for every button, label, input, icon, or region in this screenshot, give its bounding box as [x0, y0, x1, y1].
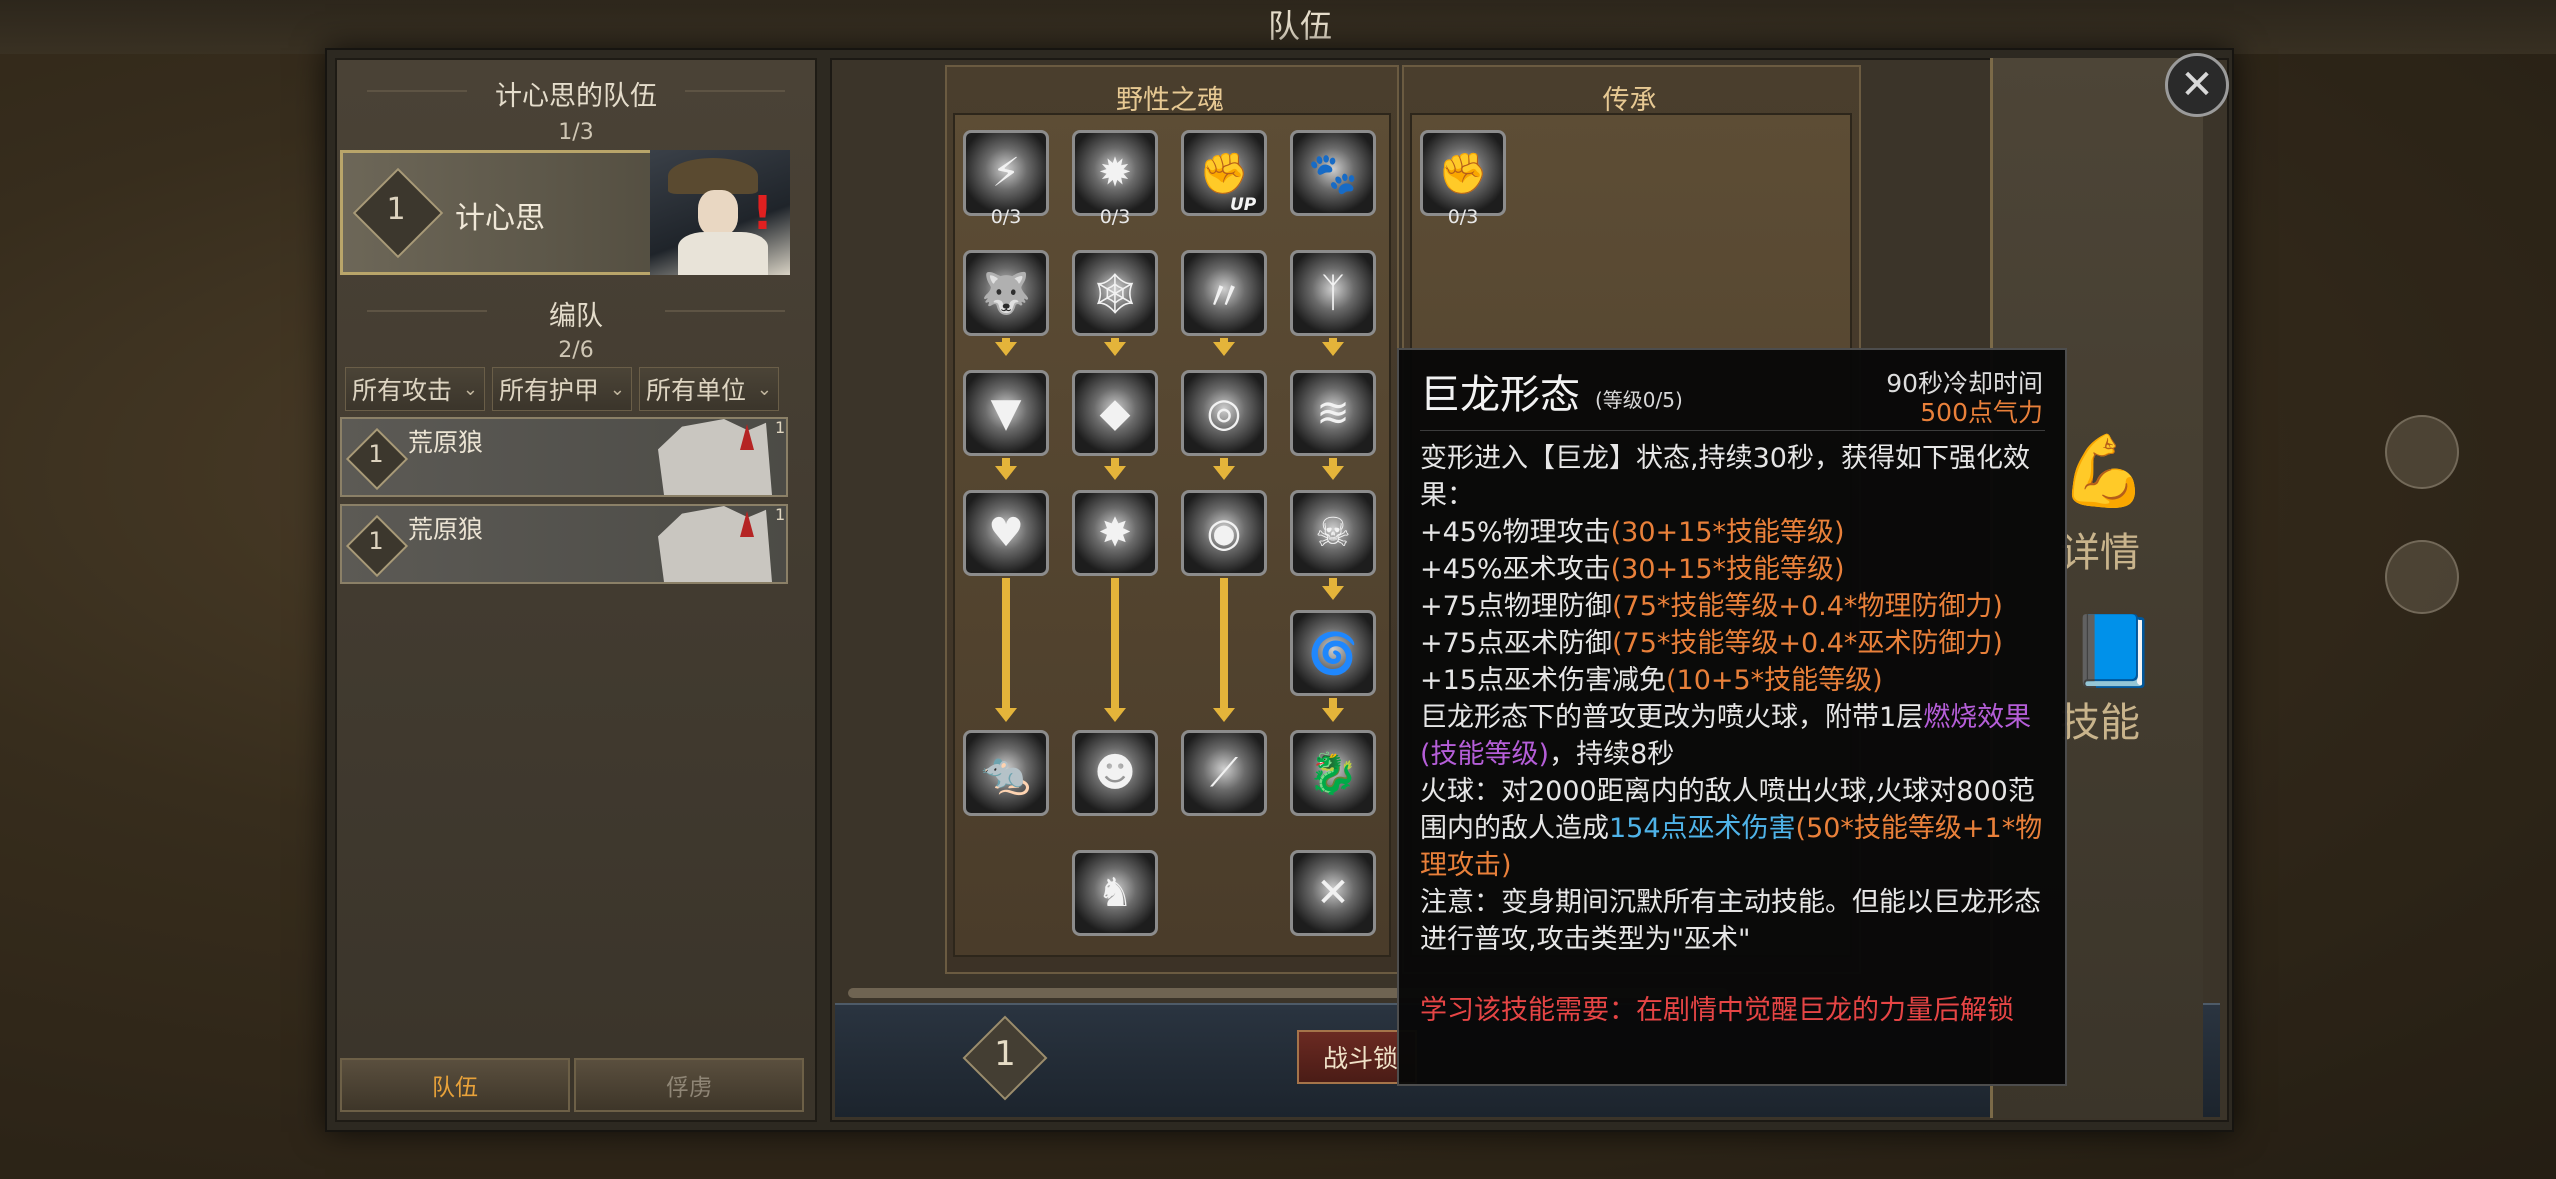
unit-name: 荒原狼	[408, 428, 484, 457]
alert-icon: !	[752, 186, 773, 240]
inheritance-title: 传承	[1602, 85, 1657, 116]
tree-connector	[1220, 338, 1228, 344]
unit-rank: 1	[368, 440, 384, 468]
unit-level: 1	[775, 418, 786, 437]
paw-skill-icon[interactable]: 🐾	[1290, 130, 1376, 216]
close-button[interactable]: ✕	[2165, 53, 2229, 117]
tree-arrow	[1322, 708, 1344, 722]
skill-requirement: 学习该技能需要：在剧情中觉醒巨龙的力量后解锁	[1420, 995, 2014, 1026]
dragon-skill-icon[interactable]: 🐉	[1290, 730, 1376, 816]
tree-arrow	[995, 342, 1017, 356]
skill-count: 0/3	[990, 206, 1022, 228]
chevron-down-icon: ⌄	[609, 378, 625, 400]
skill-name: 巨龙形态	[1420, 372, 1580, 418]
spiral-skill-icon[interactable]: ◉	[1181, 490, 1267, 576]
skill-count: 0/3	[1099, 206, 1131, 228]
tree-connector	[1002, 338, 1010, 344]
swirl-skill-icon[interactable]: 🌀	[1290, 610, 1376, 696]
tree-arrow	[1213, 342, 1235, 356]
chevron-down-icon: ⌄	[756, 378, 772, 400]
skills-tab[interactable]: 技能	[2060, 690, 2140, 748]
tab-captives[interactable]: 俘虏	[574, 1058, 804, 1112]
tree-arrow	[1104, 466, 1126, 480]
team-title: 计心思的队伍	[495, 81, 657, 112]
skill-description: 变形进入【巨龙】状态,持续30秒，获得如下强化效果： +45%物理攻击(30+1…	[1420, 440, 2045, 958]
skill-level: (等级0/5)	[1595, 388, 1683, 412]
attack-filter-dropdown[interactable]: 所有攻击 ⌄	[345, 367, 485, 411]
unit-level: 1	[775, 505, 786, 524]
desc-line: +15点巫术伤害减免(10+5*技能等级)	[1420, 665, 1883, 696]
leader-level: 1	[386, 192, 406, 227]
details-tab[interactable]: 详情	[2060, 520, 2140, 578]
claw-slash-skill-icon[interactable]: ⚡	[963, 130, 1049, 216]
shadow-skill-icon[interactable]: ◆	[1072, 370, 1158, 456]
tree-connector	[1329, 338, 1337, 344]
desc-line: +45%物理攻击(30+15*技能等级)	[1420, 517, 1845, 548]
tree-connector	[1111, 338, 1119, 344]
desc-line: 变形进入【巨龙】状态,持续30秒，获得如下强化效果：	[1420, 443, 2030, 511]
beast-head-skill-icon[interactable]: ☠	[1290, 490, 1376, 576]
fangs-skill-icon[interactable]: ▼	[963, 370, 1049, 456]
tree-arrow	[1213, 466, 1235, 480]
wind-skill-icon[interactable]: ≋	[1290, 370, 1376, 456]
web-skill-icon[interactable]: 🕸	[1072, 250, 1158, 336]
tree-arrow	[1104, 708, 1126, 722]
tree-arrow	[1104, 342, 1126, 356]
tab-team[interactable]: 队伍	[340, 1058, 570, 1112]
book-flame-icon: 📘	[2070, 610, 2158, 692]
desc-line: 火球：对2000距离内的敌人喷出火球,火球对800范围内的敌人造成154点巫术伤…	[1420, 776, 2043, 881]
cross-blades-skill-icon[interactable]: ✕	[1290, 850, 1376, 936]
skill-cost: 500点气力	[1920, 398, 2043, 427]
unit-rank: 1	[368, 527, 384, 555]
desc-line: +75点物理防御(75*技能等级+0.4*物理防御力)	[1420, 591, 2003, 622]
tree-arrow	[995, 466, 1017, 480]
formation-title: 编队	[549, 301, 603, 332]
attack-filter-label: 所有攻击	[352, 376, 453, 405]
wing-skill-icon[interactable]: 〃	[1181, 250, 1267, 336]
window-title: 队伍	[1267, 7, 1332, 45]
tree-connector	[1220, 578, 1228, 710]
close-icon: ✕	[2180, 62, 2214, 108]
desc-line: +75点巫术防御(75*技能等级+0.4*巫术防御力)	[1420, 628, 2003, 659]
tree-arrow	[1322, 466, 1344, 480]
tree-arrow	[1322, 586, 1344, 600]
hero-level: 1	[994, 1034, 1016, 1074]
desc-line: 注意：变身期间沉默所有主动技能。但能以巨龙形态进行普攻,攻击类型为"巫术"	[1420, 887, 2041, 955]
desc-line: 巨龙形态下的普攻更改为喷火球，附带1层燃烧效果(技能等级)，持续8秒	[1420, 702, 2032, 770]
leader-name: 计心思	[455, 201, 545, 236]
upgrade-tag: UP	[1230, 195, 1257, 215]
map-sword-icon[interactable]	[2385, 540, 2459, 614]
formation-count: 2/6	[558, 338, 594, 363]
wolf-head-skill-icon[interactable]: 🐺	[963, 250, 1049, 336]
unit-filter-dropdown[interactable]: 所有单位 ⌄	[639, 367, 779, 411]
tooltip-divider	[1420, 430, 2045, 431]
tree-arrow	[1322, 342, 1344, 356]
dragon-form-skill-icon[interactable]: ✊	[1420, 130, 1506, 216]
wild-soul-title: 野性之魂	[1116, 85, 1224, 116]
arm-icon: 💪	[2060, 430, 2148, 512]
unit-filter-label: 所有单位	[646, 376, 747, 405]
tree-arrow	[995, 708, 1017, 722]
slash-skill-icon[interactable]: ⟋	[1181, 730, 1267, 816]
burst-skill-icon[interactable]: ✹	[1072, 130, 1158, 216]
tree-connector	[1111, 578, 1119, 710]
tree-connector	[1002, 578, 1010, 710]
map-marker-icon[interactable]	[2385, 415, 2459, 489]
demon-face-skill-icon[interactable]: ☻	[1072, 730, 1158, 816]
chevron-down-icon: ⌄	[462, 378, 478, 400]
armor-filter-dropdown[interactable]: 所有护甲 ⌄	[492, 367, 632, 411]
tree-skill-icon[interactable]: ᛉ	[1290, 250, 1376, 336]
brute-skill-icon[interactable]: ♞	[1072, 850, 1158, 936]
heart-skill-icon[interactable]: ♥	[963, 490, 1049, 576]
desc-line: +45%巫术攻击(30+15*技能等级)	[1420, 554, 1845, 585]
armor-filter-label: 所有护甲	[499, 376, 600, 405]
vortex-skill-icon[interactable]: ◎	[1181, 370, 1267, 456]
team-count: 1/3	[558, 120, 594, 145]
unit-name: 荒原狼	[408, 515, 484, 544]
skill-count: 0/3	[1447, 206, 1479, 228]
spike-ball-skill-icon[interactable]: ✸	[1072, 490, 1158, 576]
rat-skill-icon[interactable]: 🐀	[963, 730, 1049, 816]
tree-arrow	[1213, 708, 1235, 722]
